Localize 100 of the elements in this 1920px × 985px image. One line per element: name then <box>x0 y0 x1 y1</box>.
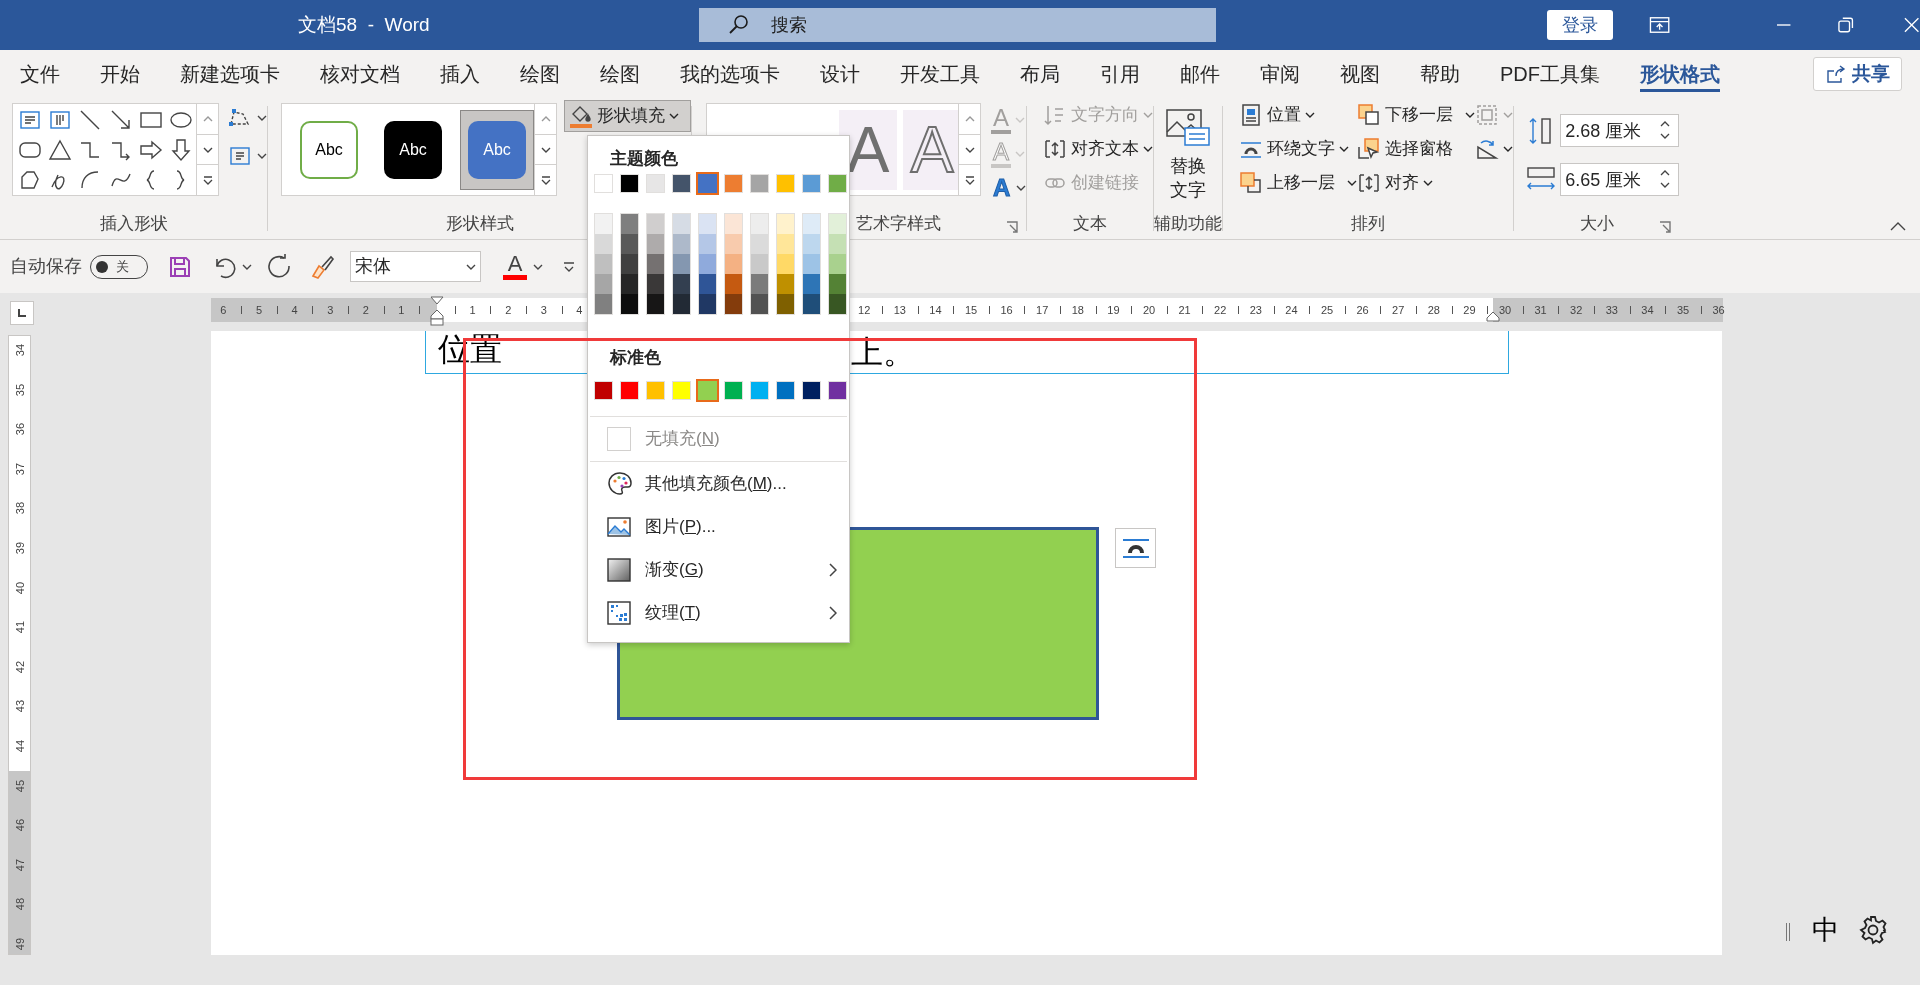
ruler-number: 12 <box>858 303 871 318</box>
ribbon-tab[interactable]: 新建选项卡 <box>160 50 300 98</box>
ruler-number: 3 <box>327 303 334 318</box>
ruler-number: 20 <box>1142 303 1156 318</box>
menu-item[interactable]: 纹理(T) <box>588 591 849 634</box>
sign-in-button[interactable]: 登录 <box>1547 10 1613 40</box>
menu-item[interactable]: 其他填充颜色(M)... <box>588 462 849 505</box>
ribbon-command[interactable]: 对齐文本 <box>1043 134 1154 164</box>
ribbon-tab[interactable]: 我的选项卡 <box>660 50 800 98</box>
ruler-number: 14 <box>929 303 942 318</box>
font-color-button[interactable]: A <box>503 253 527 280</box>
ruler-number: 39 <box>14 541 26 555</box>
menu-heading: 主题颜色 <box>609 148 679 170</box>
group-label: 文本 <box>1073 213 1108 236</box>
ruler-number: 43 <box>14 700 26 713</box>
ruler-number: 15 <box>964 303 978 318</box>
ruler-number: 18 <box>1071 303 1084 318</box>
wordart-option[interactable]: A <box>903 109 958 190</box>
text-effects-button[interactable]: A <box>991 173 1027 203</box>
ruler-number: 33 <box>1605 303 1618 318</box>
menu-item: 无填充(N) <box>588 417 849 461</box>
ribbon-tab[interactable]: 开始 <box>80 50 160 98</box>
ruler-number: 23 <box>1249 303 1262 318</box>
ruler-number: 49 <box>14 937 26 951</box>
group-label: 形状样式 <box>445 213 514 236</box>
ruler-number: 26 <box>1356 303 1369 318</box>
ruler-number: 25 <box>1320 303 1334 318</box>
ribbon-command[interactable]: 环绕文字 <box>1239 134 1358 164</box>
ribbon-tab[interactable]: 视图 <box>1320 50 1400 98</box>
ruler-number: 35 <box>14 383 26 396</box>
ribbon-tab[interactable]: 形状格式 <box>1620 50 1740 98</box>
group-label: 辅助功能 <box>1154 213 1223 236</box>
ruler-number: 1 <box>469 303 476 318</box>
style-preview-text: Abc <box>483 139 511 160</box>
ribbon-tab[interactable]: PDF工具集 <box>1480 50 1620 98</box>
width-field[interactable]: 6.65 厘米 <box>1560 163 1680 196</box>
ruler-number: 42 <box>14 660 26 673</box>
ruler-number: 28 <box>1427 303 1440 318</box>
ribbon-tab[interactable]: 邮件 <box>1160 50 1240 98</box>
ruler-number: 44 <box>14 739 26 753</box>
search-field[interactable]: 搜索 <box>699 8 1217 42</box>
menu-heading: 标准色 <box>608 347 662 369</box>
autosave-label: 自动保存 <box>10 255 82 278</box>
ruler-number: 48 <box>14 898 26 911</box>
ruler-number: 6 <box>220 303 227 318</box>
ribbon-tab[interactable]: 文件 <box>0 50 80 98</box>
ruler-number: 34 <box>14 343 26 357</box>
ribbon-command[interactable]: 下移一层 <box>1357 100 1476 130</box>
ruler-number: 17 <box>1036 303 1049 318</box>
ruler-number: 46 <box>14 819 26 832</box>
ruler-number: 32 <box>1570 303 1583 318</box>
style-preview-text: Abc <box>399 139 427 160</box>
style-preview-text: Abc <box>315 139 343 160</box>
font-select[interactable]: 宋体 <box>350 251 481 282</box>
ribbon-command[interactable]: 位置 <box>1239 100 1358 130</box>
ruler-number: 16 <box>1000 303 1013 318</box>
ribbon-tab[interactable]: 绘图 <box>580 50 660 98</box>
group-label: 艺术字样式 <box>856 213 941 236</box>
group-label: 大小 <box>1579 213 1614 236</box>
menu-item[interactable]: 渐变(G) <box>588 548 849 591</box>
alt-text-button[interactable]: 替换文字 <box>1154 98 1223 212</box>
height-field[interactable]: 2.68 厘米 <box>1560 114 1680 147</box>
ruler-number: 19 <box>1107 303 1120 318</box>
ribbon-tab[interactable]: 审阅 <box>1240 50 1320 98</box>
style-option[interactable]: Abc <box>460 109 534 190</box>
ribbon-tab[interactable]: 核对文档 <box>300 50 420 98</box>
ruler-number: 38 <box>14 502 26 515</box>
ribbon-tab[interactable]: 设计 <box>800 50 880 98</box>
ruler-number: 36 <box>14 423 26 436</box>
ribbon-tab[interactable]: 引用 <box>1080 50 1160 98</box>
ribbon-tab[interactable]: 开发工具 <box>880 50 1000 98</box>
ruler-number: 2 <box>505 303 512 318</box>
menu-item[interactable]: 图片(P)... <box>588 505 849 548</box>
ime-mode[interactable]: 中 <box>1812 913 1839 947</box>
font-name: 宋体 <box>355 255 391 278</box>
ribbon-command[interactable]: 对齐 <box>1357 168 1476 198</box>
ruler-number: 27 <box>1392 303 1405 318</box>
group-label: 插入形状 <box>99 213 168 236</box>
group-label: 排列 <box>1351 213 1386 236</box>
shape-fill-button[interactable]: 形状填充 <box>564 100 691 132</box>
ribbon-command[interactable]: 选择窗格 <box>1357 134 1476 164</box>
ruler-number: 2 <box>362 303 369 318</box>
ruler-number: 40 <box>14 581 26 594</box>
share-button[interactable]: 共享 <box>1813 57 1902 91</box>
ribbon-tab[interactable]: 绘图 <box>500 50 580 98</box>
ruler-number: 24 <box>1285 303 1298 318</box>
ribbon-tab[interactable]: 布局 <box>1000 50 1080 98</box>
ruler-number: 30 <box>1498 303 1512 318</box>
ruler-number: 36 <box>1712 303 1725 318</box>
ruler-number: 31 <box>1534 303 1547 318</box>
ribbon-tab[interactable]: 帮助 <box>1400 50 1480 98</box>
ribbon-command[interactable]: 上移一层 <box>1239 168 1358 198</box>
window-title: 文档58 - Word <box>298 12 430 37</box>
ruler-number: 45 <box>14 779 26 792</box>
ruler-number: 13 <box>893 303 906 318</box>
ribbon-tab[interactable]: 插入 <box>420 50 500 98</box>
ruler-number: 22 <box>1214 303 1227 318</box>
ruler-number: 35 <box>1676 303 1690 318</box>
ruler-number: 4 <box>576 303 583 318</box>
ruler-number: 41 <box>14 621 26 634</box>
